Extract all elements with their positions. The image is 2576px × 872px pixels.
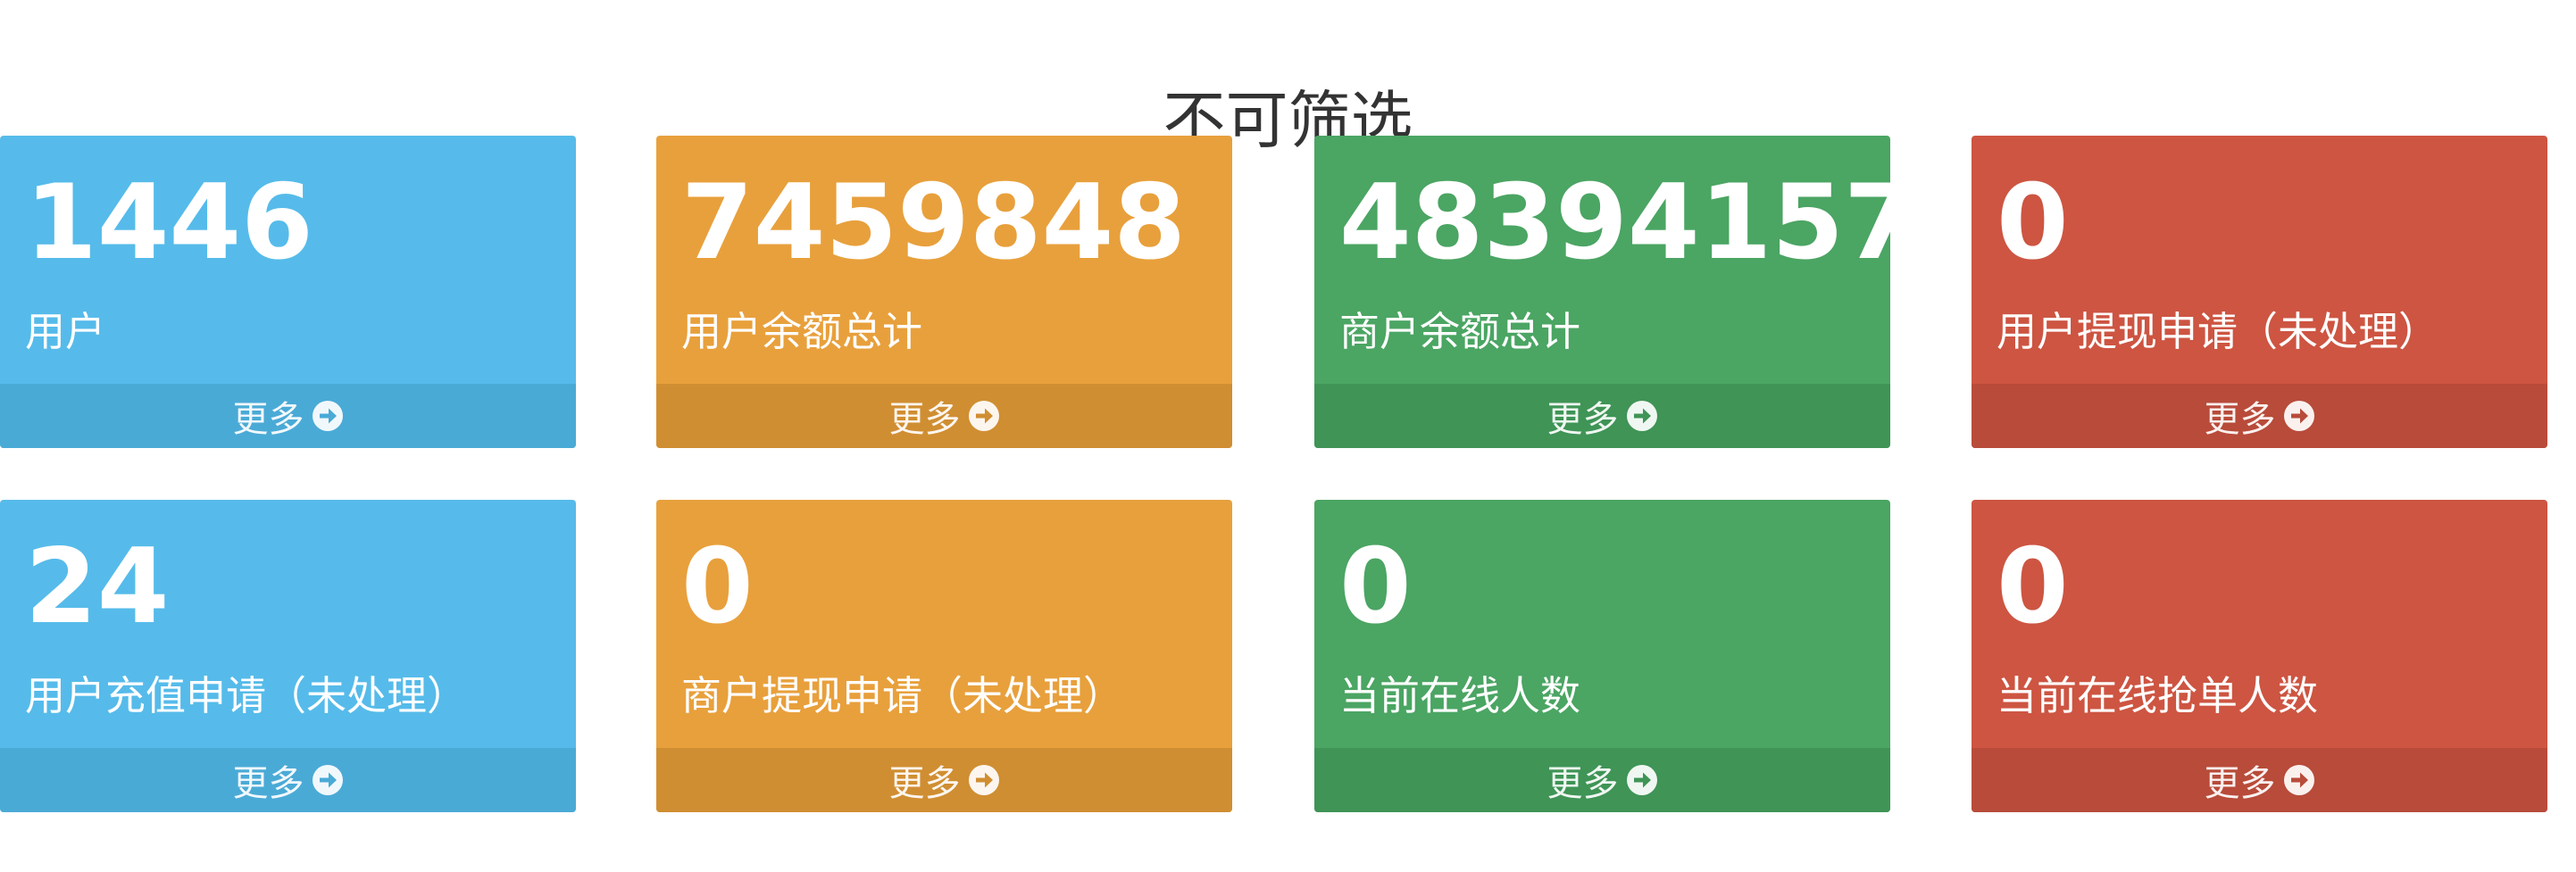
stat-label: 用户余额总计 bbox=[681, 308, 923, 355]
more-link[interactable]: 更多 bbox=[1972, 748, 2547, 812]
more-link[interactable]: 更多 bbox=[656, 748, 1232, 812]
stat-label: 当前在线抢单人数 bbox=[1997, 672, 2319, 719]
stat-card-user-balance: 7459848 用户余额总计 更多 bbox=[656, 136, 1232, 448]
more-link[interactable]: 更多 bbox=[1314, 748, 1890, 812]
more-link[interactable]: 更多 bbox=[1972, 384, 2547, 448]
more-label: 更多 bbox=[232, 763, 304, 804]
dashboard-page: 不可筛选 1446 用户 更多 7459848 用户余额总计 更多 483941… bbox=[0, 0, 2576, 872]
stat-label: 用户 bbox=[25, 308, 106, 355]
stat-value: 24 bbox=[25, 527, 170, 647]
arrow-circle-right-icon bbox=[968, 400, 1000, 432]
more-label: 更多 bbox=[1546, 399, 1619, 440]
stat-card-merchant-withdraw: 0 商户提现申请（未处理） 更多 bbox=[656, 500, 1232, 812]
stat-value: 0 bbox=[1997, 162, 2069, 283]
more-link[interactable]: 更多 bbox=[1314, 384, 1890, 448]
more-label: 更多 bbox=[232, 399, 304, 440]
stat-label: 商户提现申请（未处理） bbox=[681, 672, 1124, 719]
stat-label: 用户提现申请（未处理） bbox=[1997, 308, 2439, 355]
stat-value: 7459848 bbox=[681, 162, 1186, 283]
stat-value: 48394157 bbox=[1339, 162, 1890, 283]
arrow-circle-right-icon bbox=[312, 764, 344, 796]
more-label: 更多 bbox=[888, 763, 961, 804]
arrow-circle-right-icon bbox=[2283, 764, 2315, 796]
more-link[interactable]: 更多 bbox=[656, 384, 1232, 448]
more-label: 更多 bbox=[888, 399, 961, 440]
more-label: 更多 bbox=[1546, 763, 1619, 804]
more-link[interactable]: 更多 bbox=[0, 748, 576, 812]
stat-card-merchant-balance: 48394157 商户余额总计 更多 bbox=[1314, 136, 1890, 448]
arrow-circle-right-icon bbox=[968, 764, 1000, 796]
stat-card-online-users: 0 当前在线人数 更多 bbox=[1314, 500, 1890, 812]
more-link[interactable]: 更多 bbox=[0, 384, 576, 448]
stat-value: 0 bbox=[681, 527, 754, 647]
stat-value: 0 bbox=[1997, 527, 2069, 647]
stat-card-user-recharge: 24 用户充值申请（未处理） 更多 bbox=[0, 500, 576, 812]
stat-label: 商户余额总计 bbox=[1339, 308, 1581, 355]
stat-card-users: 1446 用户 更多 bbox=[0, 136, 576, 448]
more-label: 更多 bbox=[2204, 763, 2276, 804]
arrow-circle-right-icon bbox=[1626, 764, 1658, 796]
stat-label: 用户充值申请（未处理） bbox=[25, 672, 468, 719]
arrow-circle-right-icon bbox=[2283, 400, 2315, 432]
stat-label: 当前在线人数 bbox=[1339, 672, 1581, 719]
arrow-circle-right-icon bbox=[1626, 400, 1658, 432]
arrow-circle-right-icon bbox=[312, 400, 344, 432]
stat-value: 1446 bbox=[25, 162, 313, 283]
more-label: 更多 bbox=[2204, 399, 2276, 440]
stat-value: 0 bbox=[1339, 527, 1412, 647]
stat-card-user-withdraw: 0 用户提现申请（未处理） 更多 bbox=[1972, 136, 2547, 448]
stat-card-online-grabbers: 0 当前在线抢单人数 更多 bbox=[1972, 500, 2547, 812]
